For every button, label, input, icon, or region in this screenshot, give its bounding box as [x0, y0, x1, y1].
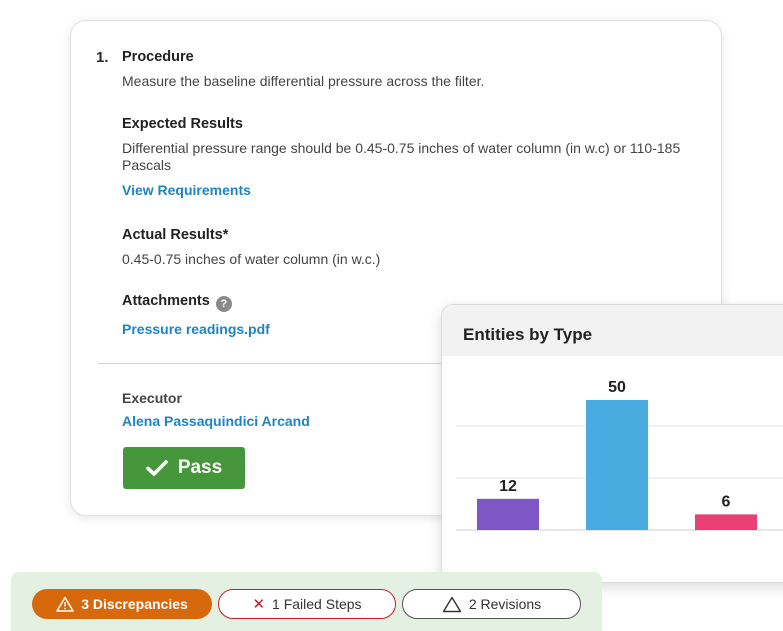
- failed-steps-label: 1 Failed Steps: [272, 596, 362, 612]
- expected-results-heading: Expected Results: [122, 116, 243, 132]
- chart-bar[interactable]: [477, 498, 539, 530]
- actual-results-section: Actual Results* 0.45-0.75 inches of wate…: [122, 227, 691, 268]
- pass-button[interactable]: Pass: [123, 447, 245, 489]
- close-x-icon: ✕: [252, 596, 266, 613]
- procedure-heading: Procedure: [122, 49, 194, 65]
- expected-results-section: Expected Results Differential pressure r…: [122, 116, 691, 198]
- summary-bar: 3 Discrepancies ✕ 1 Failed Steps 2 Revis…: [11, 572, 602, 631]
- view-requirements-link[interactable]: View Requirements: [122, 182, 691, 198]
- warning-icon: [56, 596, 74, 612]
- actual-results-text: 0.45-0.75 inches of water column (in w.c…: [122, 251, 381, 267]
- revisions-label: 2 Revisions: [468, 596, 542, 612]
- chart-data-label: 6: [722, 493, 731, 510]
- chart-title: Entities by Type: [463, 325, 593, 344]
- procedure-text: Measure the baseline differential pressu…: [122, 73, 485, 89]
- chart-data-label: 50: [608, 379, 626, 396]
- attachments-heading: Attachments: [122, 293, 210, 309]
- procedure-section: Procedure Measure the baseline different…: [122, 49, 691, 90]
- revisions-pill[interactable]: 2 Revisions: [402, 589, 581, 619]
- step-number: 1.: [96, 49, 109, 66]
- chart-bar[interactable]: [695, 514, 757, 530]
- discrepancies-label: 3 Discrepancies: [81, 596, 188, 612]
- bar-chart: 12 50 6: [456, 379, 783, 531]
- help-icon[interactable]: ?: [215, 296, 232, 312]
- chart-header: Entities by Type: [442, 305, 783, 356]
- actual-results-heading: Actual Results*: [122, 227, 229, 243]
- chart-data-label: 12: [499, 478, 517, 495]
- entities-chart-card: Entities by Type 12 50 6: [441, 304, 783, 583]
- checkmark-icon: [146, 460, 168, 476]
- expected-results-text: Differential pressure range should be 0.…: [122, 140, 681, 173]
- triangle-icon: [442, 596, 462, 612]
- discrepancies-pill[interactable]: 3 Discrepancies: [32, 589, 212, 619]
- failed-steps-pill[interactable]: ✕ 1 Failed Steps: [218, 589, 396, 619]
- chart-bar[interactable]: [586, 400, 648, 530]
- pass-label: Pass: [177, 457, 223, 478]
